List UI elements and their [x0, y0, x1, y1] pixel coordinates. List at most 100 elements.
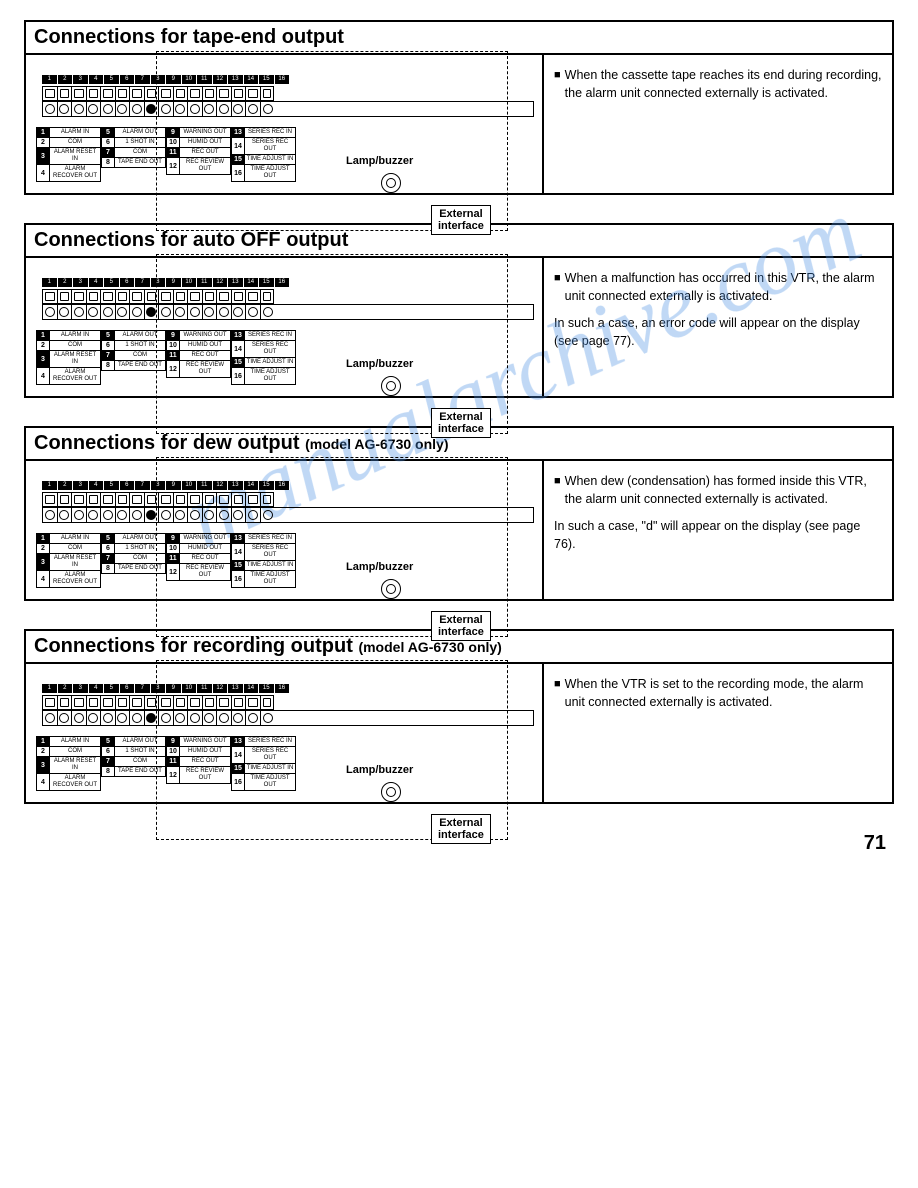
- terminal-screw: [245, 492, 260, 507]
- terminal-screw: [115, 86, 130, 101]
- terminal-number: 7: [135, 481, 151, 490]
- terminal-circle: [58, 508, 73, 522]
- pin-map-number: 6: [102, 138, 115, 147]
- terminal-circle: [101, 102, 116, 116]
- bullet-paragraph: When a malfunction has occurred in this …: [554, 270, 882, 305]
- lamp-buzzer-label: Lamp/buzzer: [346, 561, 413, 573]
- description-column: When the VTR is set to the recording mod…: [544, 664, 892, 802]
- terminal-number: 6: [120, 684, 136, 693]
- terminal-screw: [144, 86, 159, 101]
- lamp-buzzer-label: Lamp/buzzer: [346, 764, 413, 776]
- terminal-screw: [245, 289, 260, 304]
- lamp-icon: [381, 173, 401, 193]
- pin-map-number: 6: [102, 544, 115, 553]
- terminal-screw: [129, 86, 144, 101]
- terminal-circle: [43, 305, 58, 319]
- terminal-screw: [71, 86, 86, 101]
- terminal-number: 3: [73, 684, 89, 693]
- terminal-screw: [42, 492, 57, 507]
- description-column: When the cassette tape reaches its end d…: [544, 55, 892, 193]
- terminal-screw: [100, 289, 115, 304]
- external-interface-box: Externalinterface: [431, 611, 491, 641]
- pin-map-number: 2: [37, 341, 50, 350]
- pin-map-label: ALARM IN: [50, 331, 100, 340]
- pin-map-cell: 3ALARM RESET IN: [36, 350, 101, 368]
- pin-map-label: ALARM RECOVER OUT: [50, 774, 100, 790]
- terminal-circle: [130, 711, 145, 725]
- pin-map-number: 5: [102, 534, 115, 543]
- diagram-column: 123456789101112131415161ALARM IN2COM3ALA…: [26, 55, 544, 193]
- terminal-screw: [129, 289, 144, 304]
- section: Connections for recording output (model …: [24, 629, 894, 804]
- pin-map-number: 8: [102, 767, 115, 776]
- terminal-screw: [187, 289, 202, 304]
- terminal-number: 6: [120, 481, 136, 490]
- pin-map-label: ALARM IN: [50, 534, 100, 543]
- terminal-screw: [216, 695, 231, 710]
- section-body: 123456789101112131415161ALARM IN2COM3ALA…: [26, 664, 892, 802]
- terminal-screw: [100, 492, 115, 507]
- terminal-circle: [101, 711, 116, 725]
- pin-map-label: ALARM RESET IN: [50, 351, 100, 367]
- bullet-text: When the cassette tape reaches its end d…: [565, 67, 882, 102]
- terminal-number: 7: [135, 278, 151, 287]
- pin-map-number: 5: [102, 331, 115, 340]
- external-interface-box: Externalinterface: [431, 814, 491, 844]
- sections-container: Connections for tape-end output123456789…: [24, 20, 894, 804]
- terminal-circle: [87, 711, 102, 725]
- terminal-screw: [144, 492, 159, 507]
- terminal-number: 7: [135, 684, 151, 693]
- dashed-wiring-outline: [156, 660, 508, 840]
- lamp-buzzer-label: Lamp/buzzer: [346, 155, 413, 167]
- bullet-paragraph: When the cassette tape reaches its end d…: [554, 67, 882, 102]
- section-subtitle: (model AG-6730 only): [305, 436, 448, 452]
- section: Connections for tape-end output123456789…: [24, 20, 894, 195]
- terminal-screw: [260, 492, 275, 507]
- dashed-wiring-outline: [156, 51, 508, 231]
- external-interface-box: Externalinterface: [431, 408, 491, 438]
- dashed-wiring-outline: [156, 457, 508, 637]
- terminal-circle: [116, 508, 131, 522]
- terminal-number: 3: [73, 481, 89, 490]
- pin-map-number: 7: [102, 757, 115, 766]
- terminal-screw: [71, 492, 86, 507]
- terminal-screw: [144, 695, 159, 710]
- terminal-screw: [202, 289, 217, 304]
- terminal-screw: [216, 289, 231, 304]
- pin-map-number: 6: [102, 747, 115, 756]
- terminal-circle: [43, 711, 58, 725]
- terminal-circle: [72, 508, 87, 522]
- terminal-circle: [116, 102, 131, 116]
- pin-map-label: COM: [50, 138, 100, 147]
- pin-map-cell: 3ALARM RESET IN: [36, 553, 101, 571]
- pin-map-label: COM: [50, 341, 100, 350]
- pin-map-column: 1ALARM IN2COM3ALARM RESET IN4ALARM RECOV…: [36, 330, 101, 384]
- pin-map-cell: 3ALARM RESET IN: [36, 756, 101, 774]
- terminal-circle: [101, 305, 116, 319]
- pin-map-cell: 4ALARM RECOVER OUT: [36, 773, 101, 791]
- terminal-circle: [116, 711, 131, 725]
- bullet-paragraph: When dew (condensation) has formed insid…: [554, 473, 882, 508]
- bullet-text: When the VTR is set to the recording mod…: [565, 676, 882, 711]
- terminal-circle: [130, 508, 145, 522]
- terminal-number: 4: [89, 75, 105, 84]
- pin-map-number: 4: [37, 165, 50, 181]
- pin-map-number: 2: [37, 747, 50, 756]
- terminal-screw: [86, 86, 101, 101]
- external-interface-box: Externalinterface: [431, 205, 491, 235]
- bullet-text: When dew (condensation) has formed insid…: [565, 473, 882, 508]
- diagram-column: 123456789101112131415161ALARM IN2COM3ALA…: [26, 461, 544, 599]
- pin-map-label: COM: [50, 544, 100, 553]
- terminal-number: 1: [42, 278, 58, 287]
- pin-map-number: 5: [102, 737, 115, 746]
- terminal-screw: [158, 86, 173, 101]
- terminal-screw: [129, 492, 144, 507]
- terminal-circle: [72, 102, 87, 116]
- dashed-wiring-outline: [156, 254, 508, 434]
- diagram-column: 123456789101112131415161ALARM IN2COM3ALA…: [26, 664, 544, 802]
- terminal-screw: [115, 289, 130, 304]
- terminal-screw: [202, 86, 217, 101]
- pin-map-label: ALARM IN: [50, 128, 100, 137]
- terminal-circle: [72, 305, 87, 319]
- terminal-number: 3: [73, 278, 89, 287]
